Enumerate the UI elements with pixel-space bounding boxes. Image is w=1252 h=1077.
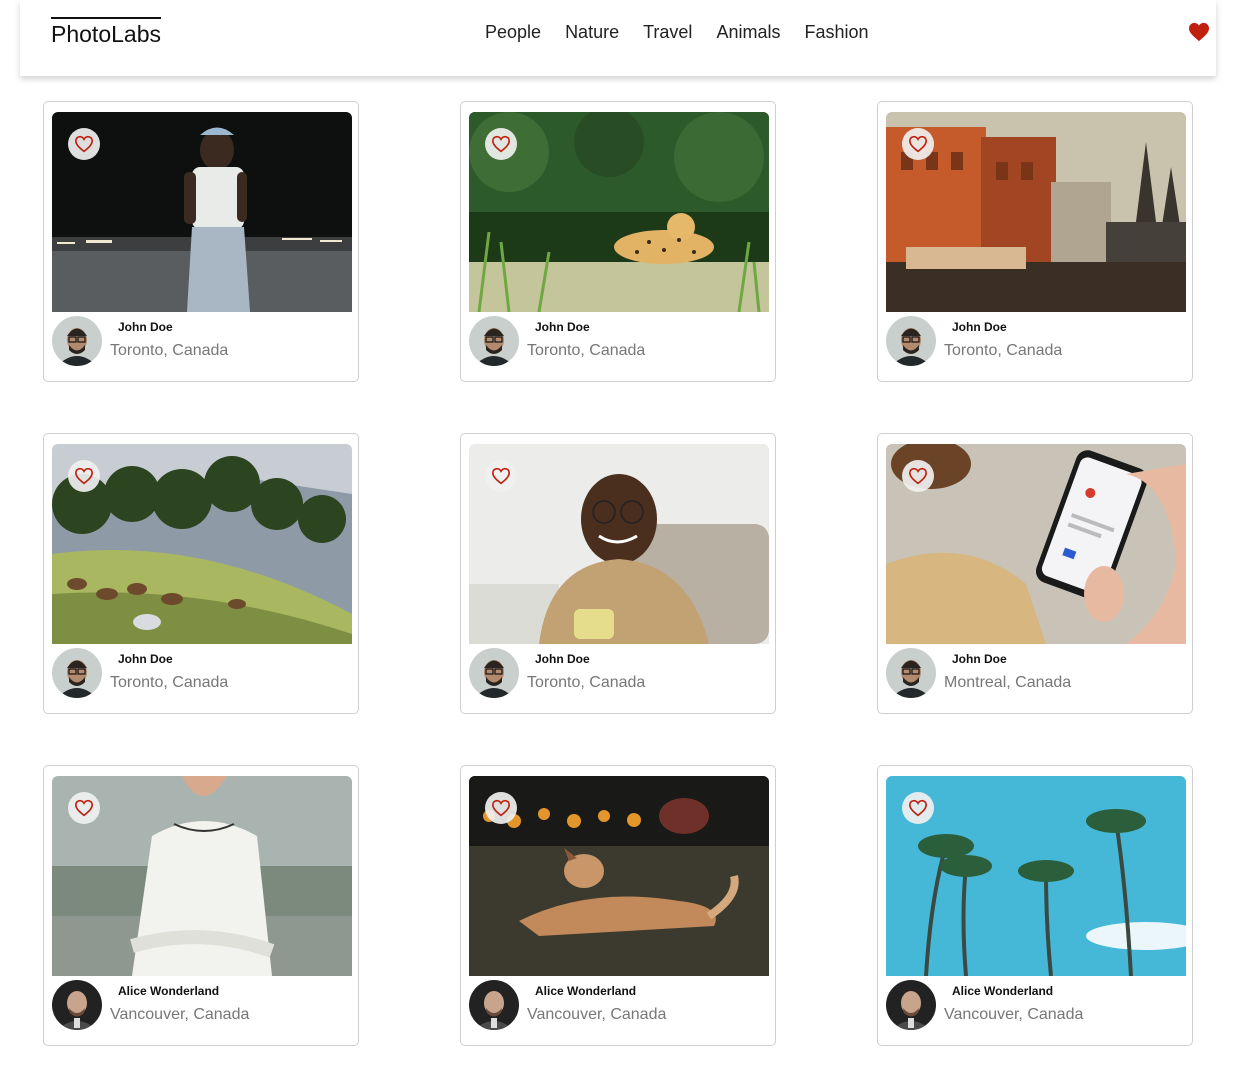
photo-card[interactable]: Alice Wonderland Vancouver, Canada	[460, 765, 776, 1046]
favourite-button[interactable]	[68, 128, 100, 160]
photo-user-name: Alice Wonderland	[118, 984, 220, 998]
favourite-button[interactable]	[68, 460, 100, 492]
photo-user-location: Vancouver, Canada	[944, 1006, 1084, 1023]
photo-user-name: John Doe	[118, 652, 173, 666]
heart-outline-icon	[908, 135, 928, 153]
photo-image[interactable]	[469, 444, 769, 644]
favourite-button[interactable]	[902, 128, 934, 160]
topic-list: People Nature Travel Animals Fashion	[485, 20, 869, 44]
favourite-button[interactable]	[902, 460, 934, 492]
photo-card[interactable]: John Doe Toronto, Canada	[460, 101, 776, 382]
photo-user-name: John Doe	[952, 320, 1007, 334]
avatar	[886, 980, 936, 1030]
photo-image[interactable]	[52, 112, 352, 312]
avatar	[469, 648, 519, 698]
photo-image[interactable]	[886, 776, 1186, 976]
photo-card[interactable]: John Doe Toronto, Canada	[43, 433, 359, 714]
heart-outline-icon	[491, 135, 511, 153]
photo-user-name: Alice Wonderland	[535, 984, 637, 998]
heart-outline-icon	[491, 799, 511, 817]
app-logo[interactable]: PhotoLabs	[51, 17, 161, 47]
favourite-button[interactable]	[68, 792, 100, 824]
photo-card[interactable]: John Doe Toronto, Canada	[460, 433, 776, 714]
photo-card[interactable]: John Doe Toronto, Canada	[877, 101, 1193, 382]
photo-user-location: Toronto, Canada	[110, 674, 229, 691]
photo-user-location: Toronto, Canada	[110, 342, 229, 359]
photo-image[interactable]	[469, 112, 769, 312]
topic-fashion[interactable]: Fashion	[804, 20, 868, 44]
photo-user-name: John Doe	[118, 320, 173, 334]
favourites-heart-icon[interactable]	[1188, 22, 1210, 42]
photo-user-name: John Doe	[535, 652, 590, 666]
photo-image[interactable]	[52, 444, 352, 644]
top-navigation-bar: PhotoLabs People Nature Travel Animals F…	[20, 0, 1216, 76]
heart-outline-icon	[74, 467, 94, 485]
photo-user-name: John Doe	[952, 652, 1007, 666]
photo-user-location: Vancouver, Canada	[527, 1006, 667, 1023]
favourite-button[interactable]	[485, 460, 517, 492]
photo-card[interactable]: Alice Wonderland Vancouver, Canada	[43, 765, 359, 1046]
avatar	[469, 980, 519, 1030]
heart-outline-icon	[491, 467, 511, 485]
topic-people[interactable]: People	[485, 20, 541, 44]
photo-user-name: Alice Wonderland	[952, 984, 1054, 998]
favourite-button[interactable]	[485, 128, 517, 160]
topic-nature[interactable]: Nature	[565, 20, 619, 44]
photo-user-name: John Doe	[535, 320, 590, 334]
avatar	[52, 316, 102, 366]
heart-outline-icon	[908, 799, 928, 817]
favourite-button[interactable]	[485, 792, 517, 824]
photo-user-location: Toronto, Canada	[944, 342, 1063, 359]
photo-image[interactable]	[469, 776, 769, 976]
topic-travel[interactable]: Travel	[643, 20, 692, 44]
avatar	[52, 648, 102, 698]
photo-image[interactable]	[886, 444, 1186, 644]
topic-animals[interactable]: Animals	[716, 20, 780, 44]
photo-user-location: Montreal, Canada	[944, 674, 1072, 691]
photo-user-location: Vancouver, Canada	[110, 1006, 250, 1023]
heart-outline-icon	[908, 467, 928, 485]
photo-image[interactable]	[886, 112, 1186, 312]
heart-outline-icon	[74, 135, 94, 153]
photo-card[interactable]: Alice Wonderland Vancouver, Canada	[877, 765, 1193, 1046]
favourite-button[interactable]	[902, 792, 934, 824]
photo-card[interactable]: John Doe Toronto, Canada	[43, 101, 359, 382]
avatar	[52, 980, 102, 1030]
avatar	[469, 316, 519, 366]
photo-user-location: Toronto, Canada	[527, 674, 646, 691]
photo-image[interactable]	[52, 776, 352, 976]
heart-outline-icon	[74, 799, 94, 817]
photo-user-location: Toronto, Canada	[527, 342, 646, 359]
photo-card[interactable]: John Doe Montreal, Canada	[877, 433, 1193, 714]
avatar	[886, 316, 936, 366]
avatar	[886, 648, 936, 698]
